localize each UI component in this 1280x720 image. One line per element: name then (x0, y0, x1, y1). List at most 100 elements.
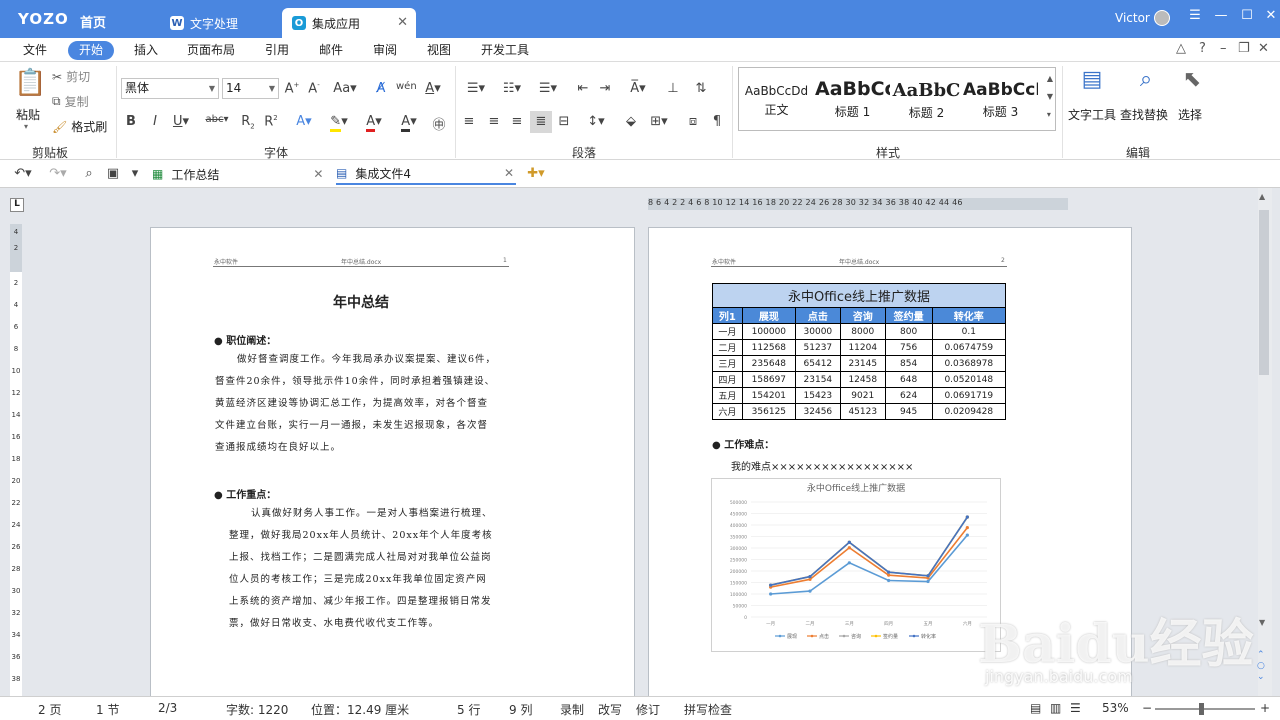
table-cell[interactable]: 356125 (741, 403, 796, 420)
table-cell[interactable]: 624 (884, 387, 933, 404)
customize-icon[interactable]: ▾ (126, 166, 144, 181)
align-center-icon[interactable]: ≡ (485, 114, 503, 129)
table-cell[interactable]: 235648 (741, 355, 796, 372)
table-cell[interactable]: 800 (884, 323, 933, 340)
line-break-icon[interactable]: ⊥ (664, 81, 682, 96)
paste-dropdown-icon[interactable]: ▾ (24, 122, 28, 131)
line-chart[interactable]: 永中Office线上推广数据 5000004500004000003500003… (711, 478, 1001, 652)
tab-stop-selector[interactable]: L (10, 198, 24, 212)
style-normal[interactable]: AaBbCcDd 正文 (739, 72, 814, 126)
horizontal-ruler[interactable]: 8 6 4 2 2 4 6 8 10 12 14 16 18 20 22 24 … (648, 198, 1068, 210)
text-tools-button[interactable]: 文字工具 (1068, 106, 1116, 123)
table-cell[interactable]: 0.0368978 (931, 355, 1007, 372)
column-number[interactable]: 9 列 (509, 701, 532, 718)
style-heading-3[interactable]: AaBbCcD 标题 3 (963, 72, 1038, 126)
table-cell[interactable]: 15423 (794, 387, 841, 404)
doctab-work-summary[interactable]: ▦ 工作总结 ✕ (152, 163, 323, 185)
zoom-out-icon[interactable]: − (1142, 701, 1152, 715)
table-cell[interactable]: 0.0520148 (931, 371, 1007, 388)
highlight-icon[interactable]: ✎▾ (325, 114, 353, 132)
table-cell[interactable]: 四月 (712, 371, 743, 388)
menu-mailings[interactable]: 邮件 (313, 41, 349, 60)
web-layout-icon[interactable]: ▥ (1050, 701, 1061, 715)
table-header-cell[interactable]: 列1 (712, 307, 743, 324)
underline-icon[interactable]: U▾ (168, 114, 194, 129)
zoom-slider[interactable] (1155, 708, 1255, 710)
borders-icon[interactable]: ⊞▾ (645, 114, 673, 129)
record-macro[interactable]: 录制 (560, 701, 584, 718)
menu-review[interactable]: 审阅 (367, 41, 403, 60)
align-right-icon[interactable]: ≡ (508, 114, 526, 129)
data-point[interactable] (965, 526, 969, 530)
home-tab[interactable]: 首页 (80, 12, 106, 31)
tab-integrated-app[interactable]: O 集成应用 ✕ (282, 8, 416, 38)
find-replace-icon[interactable]: ⌕ (1131, 67, 1161, 97)
page-count[interactable]: 2 页 (38, 701, 61, 718)
data-point[interactable] (926, 579, 930, 584)
data-point[interactable] (808, 589, 812, 593)
table-cell[interactable]: 二月 (712, 339, 743, 356)
font-size-select[interactable]: 14 ▼ (222, 78, 279, 99)
enclose-char-icon[interactable]: ㊥ (430, 114, 448, 133)
ribbon-minimize-icon[interactable]: – (1220, 41, 1227, 56)
close-icon[interactable]: ✕ (313, 167, 323, 181)
doctab-integrated-file[interactable]: ▤ 集成文件4 ✕ (336, 163, 516, 185)
table-cell[interactable]: 854 (884, 355, 933, 372)
table-cell[interactable]: 945 (884, 403, 933, 420)
sort-icon[interactable]: ⇅ (692, 81, 710, 96)
table-cell[interactable]: 11204 (839, 339, 886, 356)
font-color-icon[interactable]: A▾ (360, 114, 388, 132)
vertical-ruler[interactable]: 42 2 4 6 8 10 12 14 16 18 20 22 24 26 28 30 32 34 36 38 (10, 224, 22, 696)
table-cell[interactable]: 9021 (839, 387, 886, 404)
asian-typography-icon[interactable]: ⧈ (684, 114, 702, 129)
table-cell[interactable]: 0.0674759 (931, 339, 1007, 356)
table-cell[interactable]: 一月 (712, 323, 743, 340)
close-doc-icon[interactable]: ✕ (1258, 41, 1269, 56)
track-changes[interactable]: 修订 (636, 701, 660, 718)
increase-indent-icon[interactable]: ⇥ (596, 81, 614, 96)
copy-button[interactable]: ⧉ 复制 (52, 93, 89, 110)
page-position[interactable]: 2/3 (158, 701, 177, 715)
bullets-icon[interactable]: ☰▾ (462, 81, 490, 96)
undo-icon[interactable]: ↶▾ (10, 166, 36, 181)
italic-icon[interactable]: I (146, 114, 164, 129)
style-heading-1[interactable]: AaBbCc 标题 1 (815, 72, 890, 126)
style-heading-2[interactable]: AaBbC 标题 2 (889, 72, 964, 126)
table-cell[interactable]: 23154 (794, 371, 841, 388)
print-preview-icon[interactable]: ⌕ (80, 166, 98, 181)
table-cell[interactable]: 100000 (741, 323, 796, 340)
data-point[interactable] (847, 546, 851, 550)
table-cell[interactable]: 8000 (839, 323, 886, 340)
table-cell[interactable]: 23145 (839, 355, 886, 372)
format-painter-button[interactable]: 🖌 格式刷 (52, 118, 107, 135)
table-header-cell[interactable]: 展现 (741, 307, 796, 324)
page-nav-icon[interactable]: ⌃ ○ ⌄ (1257, 650, 1265, 683)
cut-button[interactable]: ✂ 剪切 (52, 68, 90, 85)
word-count[interactable]: 字数: 1220 (226, 701, 288, 718)
menu-view[interactable]: 视图 (421, 41, 457, 60)
table-header-cell[interactable]: 咨询 (839, 307, 886, 324)
zoom-level[interactable]: 53% (1102, 701, 1129, 715)
shading-icon[interactable]: ⬙ (622, 114, 640, 129)
table-cell[interactable]: 三月 (712, 355, 743, 372)
superscript-icon[interactable]: R2 (239, 114, 257, 131)
font-name-select[interactable]: 黑体 ▼ (121, 78, 219, 99)
data-table[interactable]: 永中Office线上推广数据 列1 展现 点击 咨询 签约量 转化率 一月 100000 30… (712, 283, 1007, 420)
data-point[interactable] (926, 574, 930, 578)
styles-scroll-icon[interactable]: ▲ ▼ ▾ (1047, 70, 1053, 124)
bold-icon[interactable]: B (122, 114, 140, 129)
data-point[interactable] (965, 515, 969, 519)
table-cell[interactable]: 12458 (839, 371, 886, 388)
maximize-icon[interactable]: ☐ (1237, 8, 1257, 23)
table-cell[interactable]: 154201 (741, 387, 796, 404)
close-window-icon[interactable]: ✕ (1261, 8, 1280, 23)
outline-view-icon[interactable]: ☰ (1070, 701, 1081, 715)
scroll-up-icon[interactable]: ▲ (1259, 192, 1265, 201)
line-number[interactable]: 5 行 (457, 701, 480, 718)
table-cell[interactable]: 30000 (794, 323, 841, 340)
table-cell[interactable]: 756 (884, 339, 933, 356)
table-cell[interactable]: 65412 (794, 355, 841, 372)
distributed-icon[interactable]: ⊟ (555, 114, 573, 129)
minimize-icon[interactable]: — (1211, 8, 1231, 23)
help-icon[interactable]: ? (1199, 41, 1206, 56)
